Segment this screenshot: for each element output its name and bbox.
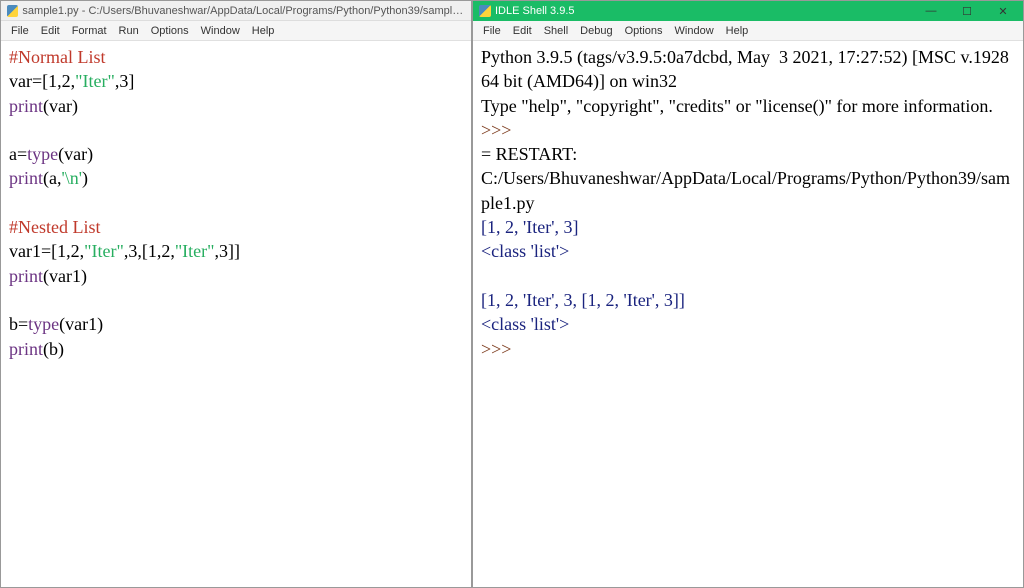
- shell-window: IDLE Shell 3.9.5 — ☐ ✕ File Edit Shell D…: [472, 0, 1024, 588]
- shell-output: <class 'list'>: [481, 241, 569, 261]
- window-controls: — ☐ ✕: [917, 2, 1017, 20]
- python-icon: [479, 5, 491, 17]
- shell-restart: = RESTART: C:/Users/Bhuvaneshwar/AppData…: [481, 144, 1010, 213]
- menu-run[interactable]: Run: [113, 25, 145, 37]
- shell-titlebar[interactable]: IDLE Shell 3.9.5 — ☐ ✕: [473, 1, 1023, 21]
- menu-edit[interactable]: Edit: [507, 25, 538, 37]
- menu-window[interactable]: Window: [195, 25, 246, 37]
- menu-options[interactable]: Options: [619, 25, 669, 37]
- shell-title: IDLE Shell 3.9.5: [495, 5, 575, 17]
- editor-menubar: File Edit Format Run Options Window Help: [1, 21, 471, 41]
- menu-file[interactable]: File: [477, 25, 507, 37]
- code-builtin: print: [9, 96, 43, 116]
- menu-edit[interactable]: Edit: [35, 25, 66, 37]
- menu-debug[interactable]: Debug: [574, 25, 618, 37]
- editor-title: sample1.py - C:/Users/Bhuvaneshwar/AppDa…: [22, 5, 465, 17]
- code-text: var=[: [9, 71, 48, 91]
- shell-prompt: >>>: [481, 120, 511, 140]
- shell-prompt: >>>: [481, 339, 511, 359]
- shell-content[interactable]: Python 3.9.5 (tags/v3.9.5:0a7dcbd, May 3…: [473, 41, 1023, 587]
- close-button[interactable]: ✕: [989, 2, 1017, 20]
- editor-content[interactable]: #Normal List var=[1,2,"Iter",3] print(va…: [1, 41, 471, 587]
- shell-banner: Python 3.9.5 (tags/v3.9.5:0a7dcbd, May 3…: [481, 47, 1013, 91]
- shell-output: [1, 2, 'Iter', 3]: [481, 217, 578, 237]
- menu-help[interactable]: Help: [246, 25, 281, 37]
- minimize-button[interactable]: —: [917, 2, 945, 20]
- menu-window[interactable]: Window: [669, 25, 720, 37]
- menu-format[interactable]: Format: [66, 25, 113, 37]
- shell-banner: Type "help", "copyright", "credits" or "…: [481, 96, 993, 116]
- python-icon: [7, 5, 18, 17]
- menu-file[interactable]: File: [5, 25, 35, 37]
- menu-shell[interactable]: Shell: [538, 25, 574, 37]
- editor-window: sample1.py - C:/Users/Bhuvaneshwar/AppDa…: [0, 0, 472, 588]
- menu-help[interactable]: Help: [720, 25, 755, 37]
- maximize-button[interactable]: ☐: [953, 2, 981, 20]
- shell-output: [1, 2, 'Iter', 3, [1, 2, 'Iter', 3]]: [481, 290, 685, 310]
- shell-menubar: File Edit Shell Debug Options Window Hel…: [473, 21, 1023, 41]
- menu-options[interactable]: Options: [145, 25, 195, 37]
- code-comment: #Normal List: [9, 47, 106, 67]
- shell-output: <class 'list'>: [481, 314, 569, 334]
- editor-titlebar[interactable]: sample1.py - C:/Users/Bhuvaneshwar/AppDa…: [1, 1, 471, 21]
